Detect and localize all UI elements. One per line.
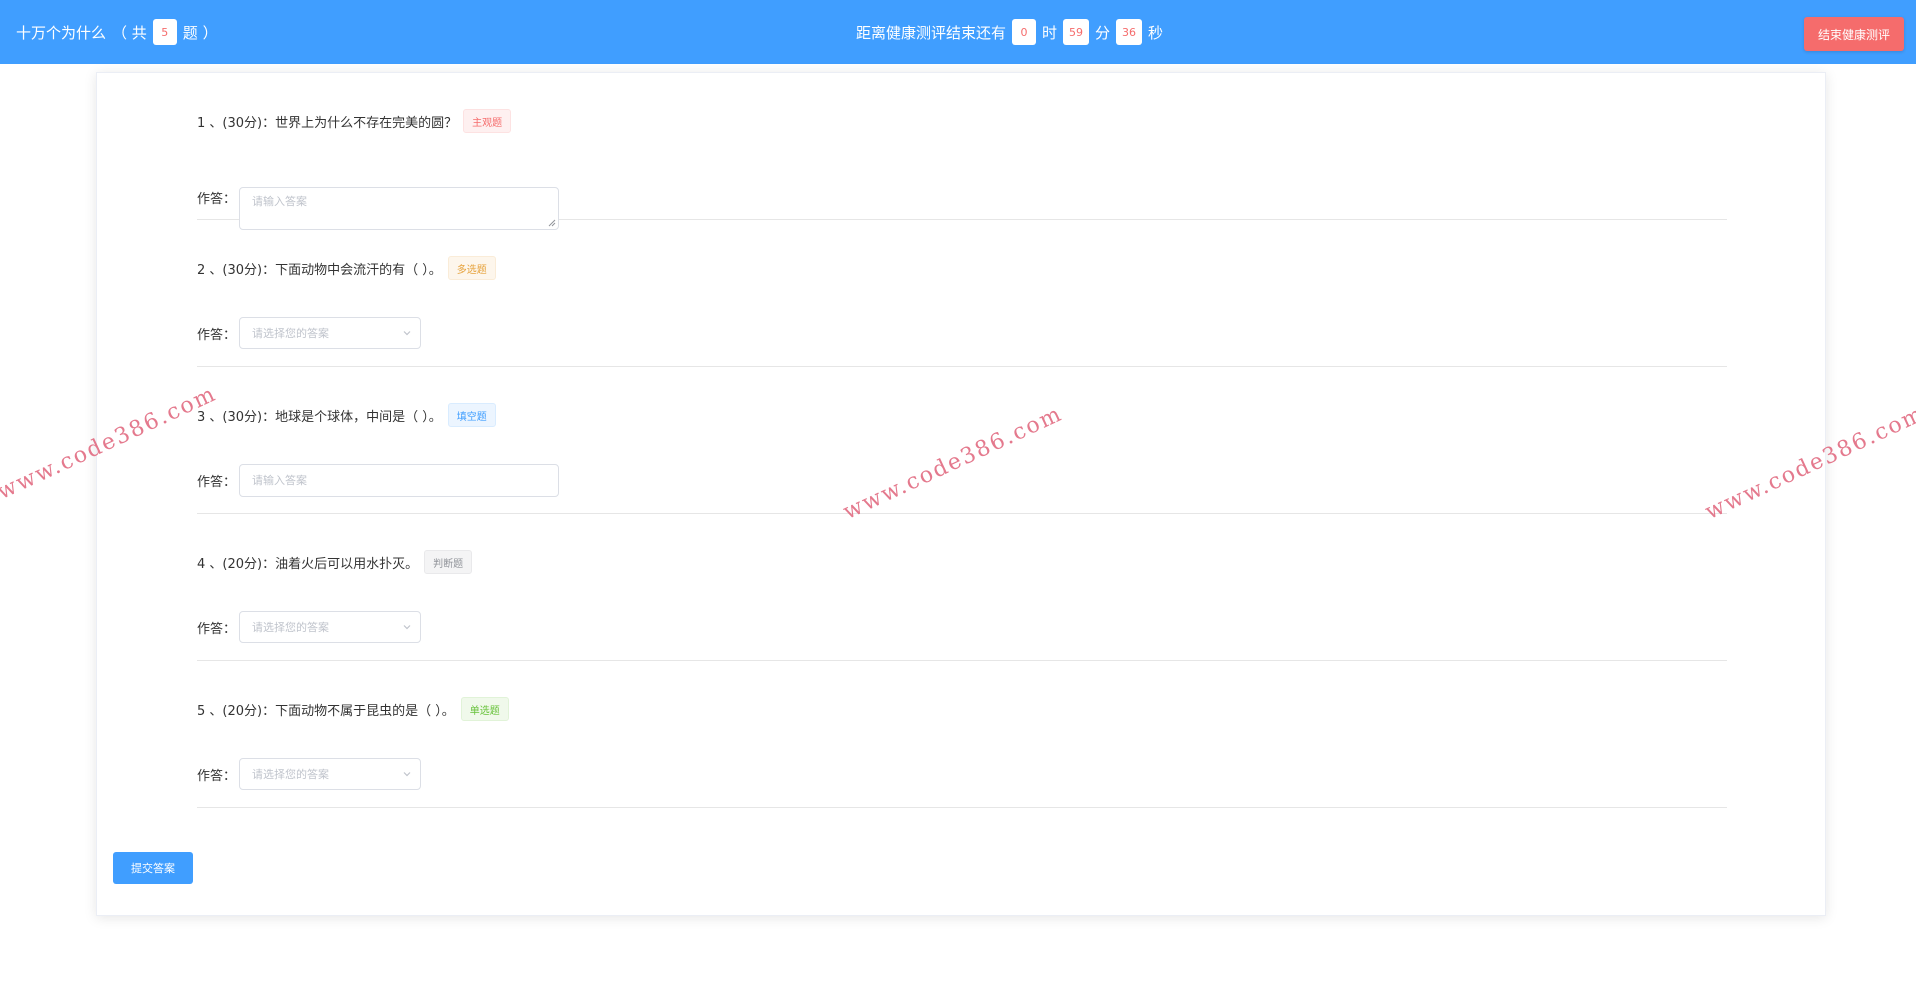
question-3-type-tag: 填空题	[447, 403, 496, 427]
timer-seconds: 36	[1116, 19, 1143, 45]
timer-hours-unit: 时	[1042, 23, 1058, 42]
question-1-type-tag: 主观题	[463, 109, 512, 133]
question-5-type-tag: 单选题	[460, 697, 509, 721]
question-4-answer-label: 作答：	[197, 621, 237, 637]
timer-hours: 0	[1012, 19, 1037, 45]
question-5-header: 5 、(20分)：下面动物不属于昆虫的是（ ）。 单选题	[197, 695, 509, 723]
question-3-answer-row: 作答：	[197, 464, 559, 497]
chevron-down-icon	[403, 772, 411, 777]
question-2-select-placeholder: 请选择您的答案	[252, 327, 329, 340]
question-2-header: 2 、(30分)：下面动物中会流汗的有（ ）。 多选题	[197, 254, 496, 282]
question-1-answer-label: 作答：	[197, 191, 237, 207]
timer-minutes-unit: 分	[1095, 23, 1111, 42]
timer-label: 距离健康测评结束还有	[856, 23, 1007, 42]
question-count-suffix: 题 ）	[182, 23, 218, 42]
question-4-header: 4 、(20分)：油着火后可以用水扑灭。 判断题	[197, 548, 473, 576]
question-5: 5 、(20分)：下面动物不属于昆虫的是（ ）。 单选题 作答： 请选择您的答案	[197, 661, 1727, 808]
top-bar: 十万个为什么 （ 共 5 题 ） 距离健康测评结束还有 0 时 59 分 36 …	[0, 0, 1916, 64]
question-1-text: 1 、(30分)：世界上为什么不存在完美的圆？	[197, 115, 458, 131]
question-3-text: 3 、(30分)：地球是个球体，中间是（ ）。	[197, 409, 442, 425]
question-2-type-tag: 多选题	[447, 256, 496, 280]
question-4-answer-select[interactable]: 请选择您的答案	[239, 611, 421, 643]
quiz-title: 十万个为什么	[16, 23, 107, 42]
question-1: 1 、(30分)：世界上为什么不存在完美的圆？ 主观题 作答：	[197, 73, 1727, 230]
question-count-badge: 5	[152, 19, 177, 45]
question-3-answer-label: 作答：	[197, 475, 237, 490]
question-3-header: 3 、(30分)：地球是个球体，中间是（ ）。 填空题	[197, 401, 496, 429]
question-5-answer-select[interactable]: 请选择您的答案	[239, 758, 421, 790]
question-3: 3 、(30分)：地球是个球体，中间是（ ）。 填空题 作答：	[197, 367, 1727, 514]
chevron-down-icon	[403, 625, 411, 630]
submit-answers-button[interactable]: 提交答案	[113, 852, 193, 884]
question-4-answer-row: 作答： 请选择您的答案	[197, 611, 421, 643]
question-3-answer-input[interactable]	[239, 464, 559, 497]
question-4-type-tag: 判断题	[424, 550, 473, 574]
question-5-answer-row: 作答： 请选择您的答案	[197, 758, 421, 790]
question-5-text: 5 、(20分)：下面动物不属于昆虫的是（ ）。	[197, 703, 455, 719]
question-1-header: 1 、(30分)：世界上为什么不存在完美的圆？ 主观题	[197, 107, 512, 135]
quiz-title-group: 十万个为什么 （ 共 5 题 ）	[16, 0, 218, 64]
chevron-down-icon	[403, 331, 411, 336]
question-4-select-placeholder: 请选择您的答案	[252, 621, 329, 634]
timer-seconds-unit: 秒	[1148, 23, 1164, 42]
question-4: 4 、(20分)：油着火后可以用水扑灭。 判断题 作答： 请选择您的答案	[197, 514, 1727, 661]
question-2-answer-select[interactable]: 请选择您的答案	[239, 317, 421, 349]
end-assessment-button[interactable]: 结束健康测评	[1804, 17, 1904, 51]
question-4-text: 4 、(20分)：油着火后可以用水扑灭。	[197, 556, 419, 572]
question-2: 2 、(30分)：下面动物中会流汗的有（ ）。 多选题 作答： 请选择您的答案	[197, 220, 1727, 367]
question-2-answer-row: 作答： 请选择您的答案	[197, 317, 421, 349]
question-1-answer-label-row: 作答：	[197, 187, 239, 207]
quiz-card: 1 、(30分)：世界上为什么不存在完美的圆？ 主观题 作答： 2 、(30分)…	[96, 72, 1826, 916]
question-2-text: 2 、(30分)：下面动物中会流汗的有（ ）。	[197, 262, 442, 278]
question-2-answer-label: 作答：	[197, 327, 237, 343]
question-5-answer-label: 作答：	[197, 768, 237, 784]
question-count-prefix: （ 共	[112, 23, 147, 42]
timer-minutes: 59	[1063, 19, 1090, 45]
countdown-timer: 距离健康测评结束还有 0 时 59 分 36 秒	[856, 0, 1163, 64]
question-5-select-placeholder: 请选择您的答案	[252, 768, 329, 781]
